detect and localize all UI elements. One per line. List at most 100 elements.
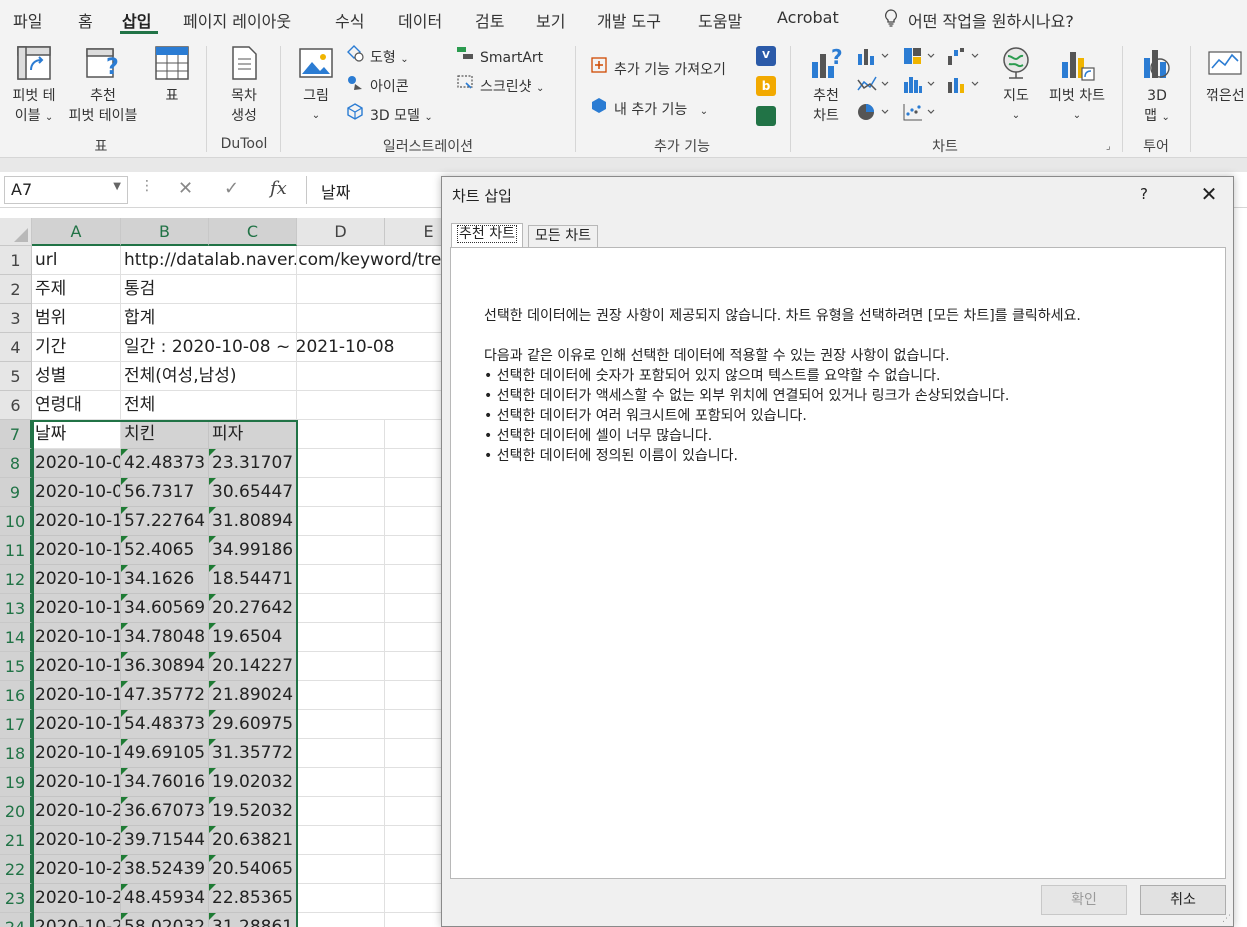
row-header[interactable]: 23	[0, 884, 32, 913]
cell-a[interactable]: 2020-10-12	[32, 565, 121, 594]
row-header[interactable]: 3	[0, 304, 32, 333]
cell-a[interactable]: 2020-10-17	[32, 710, 121, 739]
cell-c[interactable]: 19.6504	[209, 623, 297, 652]
cell-a[interactable]: 연령대	[32, 391, 121, 420]
cell-b[interactable]: 36.30894	[121, 652, 209, 681]
select-all-corner[interactable]	[0, 218, 32, 246]
cell-a[interactable]: 2020-10-19	[32, 768, 121, 797]
help-icon[interactable]: ?	[1140, 185, 1148, 203]
row-header[interactable]: 17	[0, 710, 32, 739]
column-chart-icon[interactable]	[856, 46, 896, 66]
cell-b[interactable]: 47.35772	[121, 681, 209, 710]
cell-empty[interactable]	[297, 594, 385, 623]
cell-empty[interactable]	[297, 449, 385, 478]
cell-a[interactable]: 성별	[32, 362, 121, 391]
cell-c[interactable]: 22.85365	[209, 884, 297, 913]
menu-developer[interactable]: 개발 도구	[597, 8, 661, 32]
resize-grip-icon[interactable]: ⋰	[1222, 914, 1231, 924]
screenshot-button[interactable]: 스크린샷 ⌄	[456, 73, 544, 99]
cell-b[interactable]: 치킨	[121, 420, 209, 449]
smartart-button[interactable]: SmartArt	[456, 44, 543, 68]
cell-empty[interactable]	[297, 420, 385, 449]
row-header[interactable]: 13	[0, 594, 32, 623]
picture-button[interactable]: 그림 ⌄	[294, 44, 338, 126]
row-header[interactable]: 11	[0, 536, 32, 565]
my-addins-button[interactable]: 내 추가 기능 ⌄	[590, 96, 708, 122]
row-header[interactable]: 22	[0, 855, 32, 884]
cell-b[interactable]: 57.22764	[121, 507, 209, 536]
tab-all-charts[interactable]: 모든 차트	[528, 225, 598, 247]
menu-home[interactable]: 홈	[78, 8, 93, 32]
cell-a[interactable]: 2020-10-24	[32, 913, 121, 927]
row-header[interactable]: 20	[0, 797, 32, 826]
cell-b[interactable]: 49.69105	[121, 739, 209, 768]
cell-a[interactable]: 날짜	[32, 420, 121, 449]
insert-function-icon[interactable]: fx	[270, 178, 287, 199]
cell-b[interactable]: 34.76016	[121, 768, 209, 797]
cell-a[interactable]: 2020-10-16	[32, 681, 121, 710]
cell-empty[interactable]	[297, 565, 385, 594]
menu-help[interactable]: 도움말	[698, 8, 742, 32]
pivot-chart-button[interactable]: 피벗 차트 ⌄	[1040, 44, 1114, 126]
row-header[interactable]: 18	[0, 739, 32, 768]
cell-a[interactable]: 2020-10-18	[32, 739, 121, 768]
menu-page-layout[interactable]: 페이지 레이아웃	[183, 8, 291, 32]
bing-icon[interactable]: b	[756, 76, 776, 96]
cell-c[interactable]: 31.80894	[209, 507, 297, 536]
cell-c[interactable]: 34.99186	[209, 536, 297, 565]
people-graph-icon[interactable]	[756, 106, 776, 126]
3d-model-button[interactable]: 3D 모델 ⌄	[346, 102, 433, 128]
row-header[interactable]: 4	[0, 333, 32, 362]
cell-b[interactable]: 52.4065	[121, 536, 209, 565]
cell-c[interactable]: 20.63821	[209, 826, 297, 855]
cell-c[interactable]: 19.02032	[209, 768, 297, 797]
cell-c[interactable]: 20.14227	[209, 652, 297, 681]
cell-empty[interactable]	[297, 478, 385, 507]
cell-empty[interactable]	[297, 681, 385, 710]
cell-a[interactable]: 2020-10-11	[32, 536, 121, 565]
cell-a[interactable]: 2020-10-23	[32, 884, 121, 913]
3d-map-button[interactable]: 3D 맵 ⌄	[1134, 44, 1180, 128]
row-header[interactable]: 12	[0, 565, 32, 594]
cell-c[interactable]: 19.52032	[209, 797, 297, 826]
cell-c[interactable]: 20.27642	[209, 594, 297, 623]
cell-a[interactable]: 2020-10-14	[32, 623, 121, 652]
icons-button[interactable]: 아이콘	[346, 73, 409, 97]
menu-formulas[interactable]: 수식	[335, 8, 364, 32]
cell-b[interactable]: 48.45934	[121, 884, 209, 913]
row-header[interactable]: 10	[0, 507, 32, 536]
cell-c[interactable]: 23.31707	[209, 449, 297, 478]
combo-chart-icon[interactable]	[946, 74, 986, 94]
cell-a[interactable]: 2020-10-15	[32, 652, 121, 681]
cell-empty[interactable]	[297, 507, 385, 536]
cell-b[interactable]: 34.78048	[121, 623, 209, 652]
cell-c[interactable]: 20.54065	[209, 855, 297, 884]
cell-a[interactable]: 2020-10-13	[32, 594, 121, 623]
cell-b[interactable]: 58.02032	[121, 913, 209, 927]
cell-empty[interactable]	[297, 710, 385, 739]
cell-empty[interactable]	[297, 536, 385, 565]
cell-empty[interactable]	[297, 768, 385, 797]
menu-file[interactable]: 파일	[13, 8, 42, 32]
cancel-icon[interactable]: ✕	[178, 178, 193, 199]
cell-empty[interactable]	[297, 913, 385, 927]
row-header[interactable]: 16	[0, 681, 32, 710]
cell-a[interactable]: 주제	[32, 275, 121, 304]
cell-a[interactable]: 범위	[32, 304, 121, 333]
cell-a[interactable]: 2020-10-21	[32, 826, 121, 855]
cell-b[interactable]: 34.1626	[121, 565, 209, 594]
cell-b[interactable]: 54.48373	[121, 710, 209, 739]
cell-empty[interactable]	[297, 826, 385, 855]
row-header[interactable]: 2	[0, 275, 32, 304]
line-chart-icon[interactable]	[856, 74, 896, 94]
get-addins-button[interactable]: 추가 기능 가져오기	[590, 56, 726, 80]
shapes-button[interactable]: 도형 ⌄	[346, 44, 409, 70]
name-box[interactable]: A7 ▼	[4, 176, 128, 204]
stat-chart-icon[interactable]	[902, 74, 942, 94]
row-header[interactable]: 5	[0, 362, 32, 391]
cancel-button[interactable]: 취소	[1140, 885, 1226, 915]
tab-recommended-charts[interactable]: 추천 차트	[451, 223, 523, 247]
cell-c[interactable]: 31.28861	[209, 913, 297, 927]
cell-empty[interactable]	[297, 739, 385, 768]
cell-c[interactable]: 30.65447	[209, 478, 297, 507]
